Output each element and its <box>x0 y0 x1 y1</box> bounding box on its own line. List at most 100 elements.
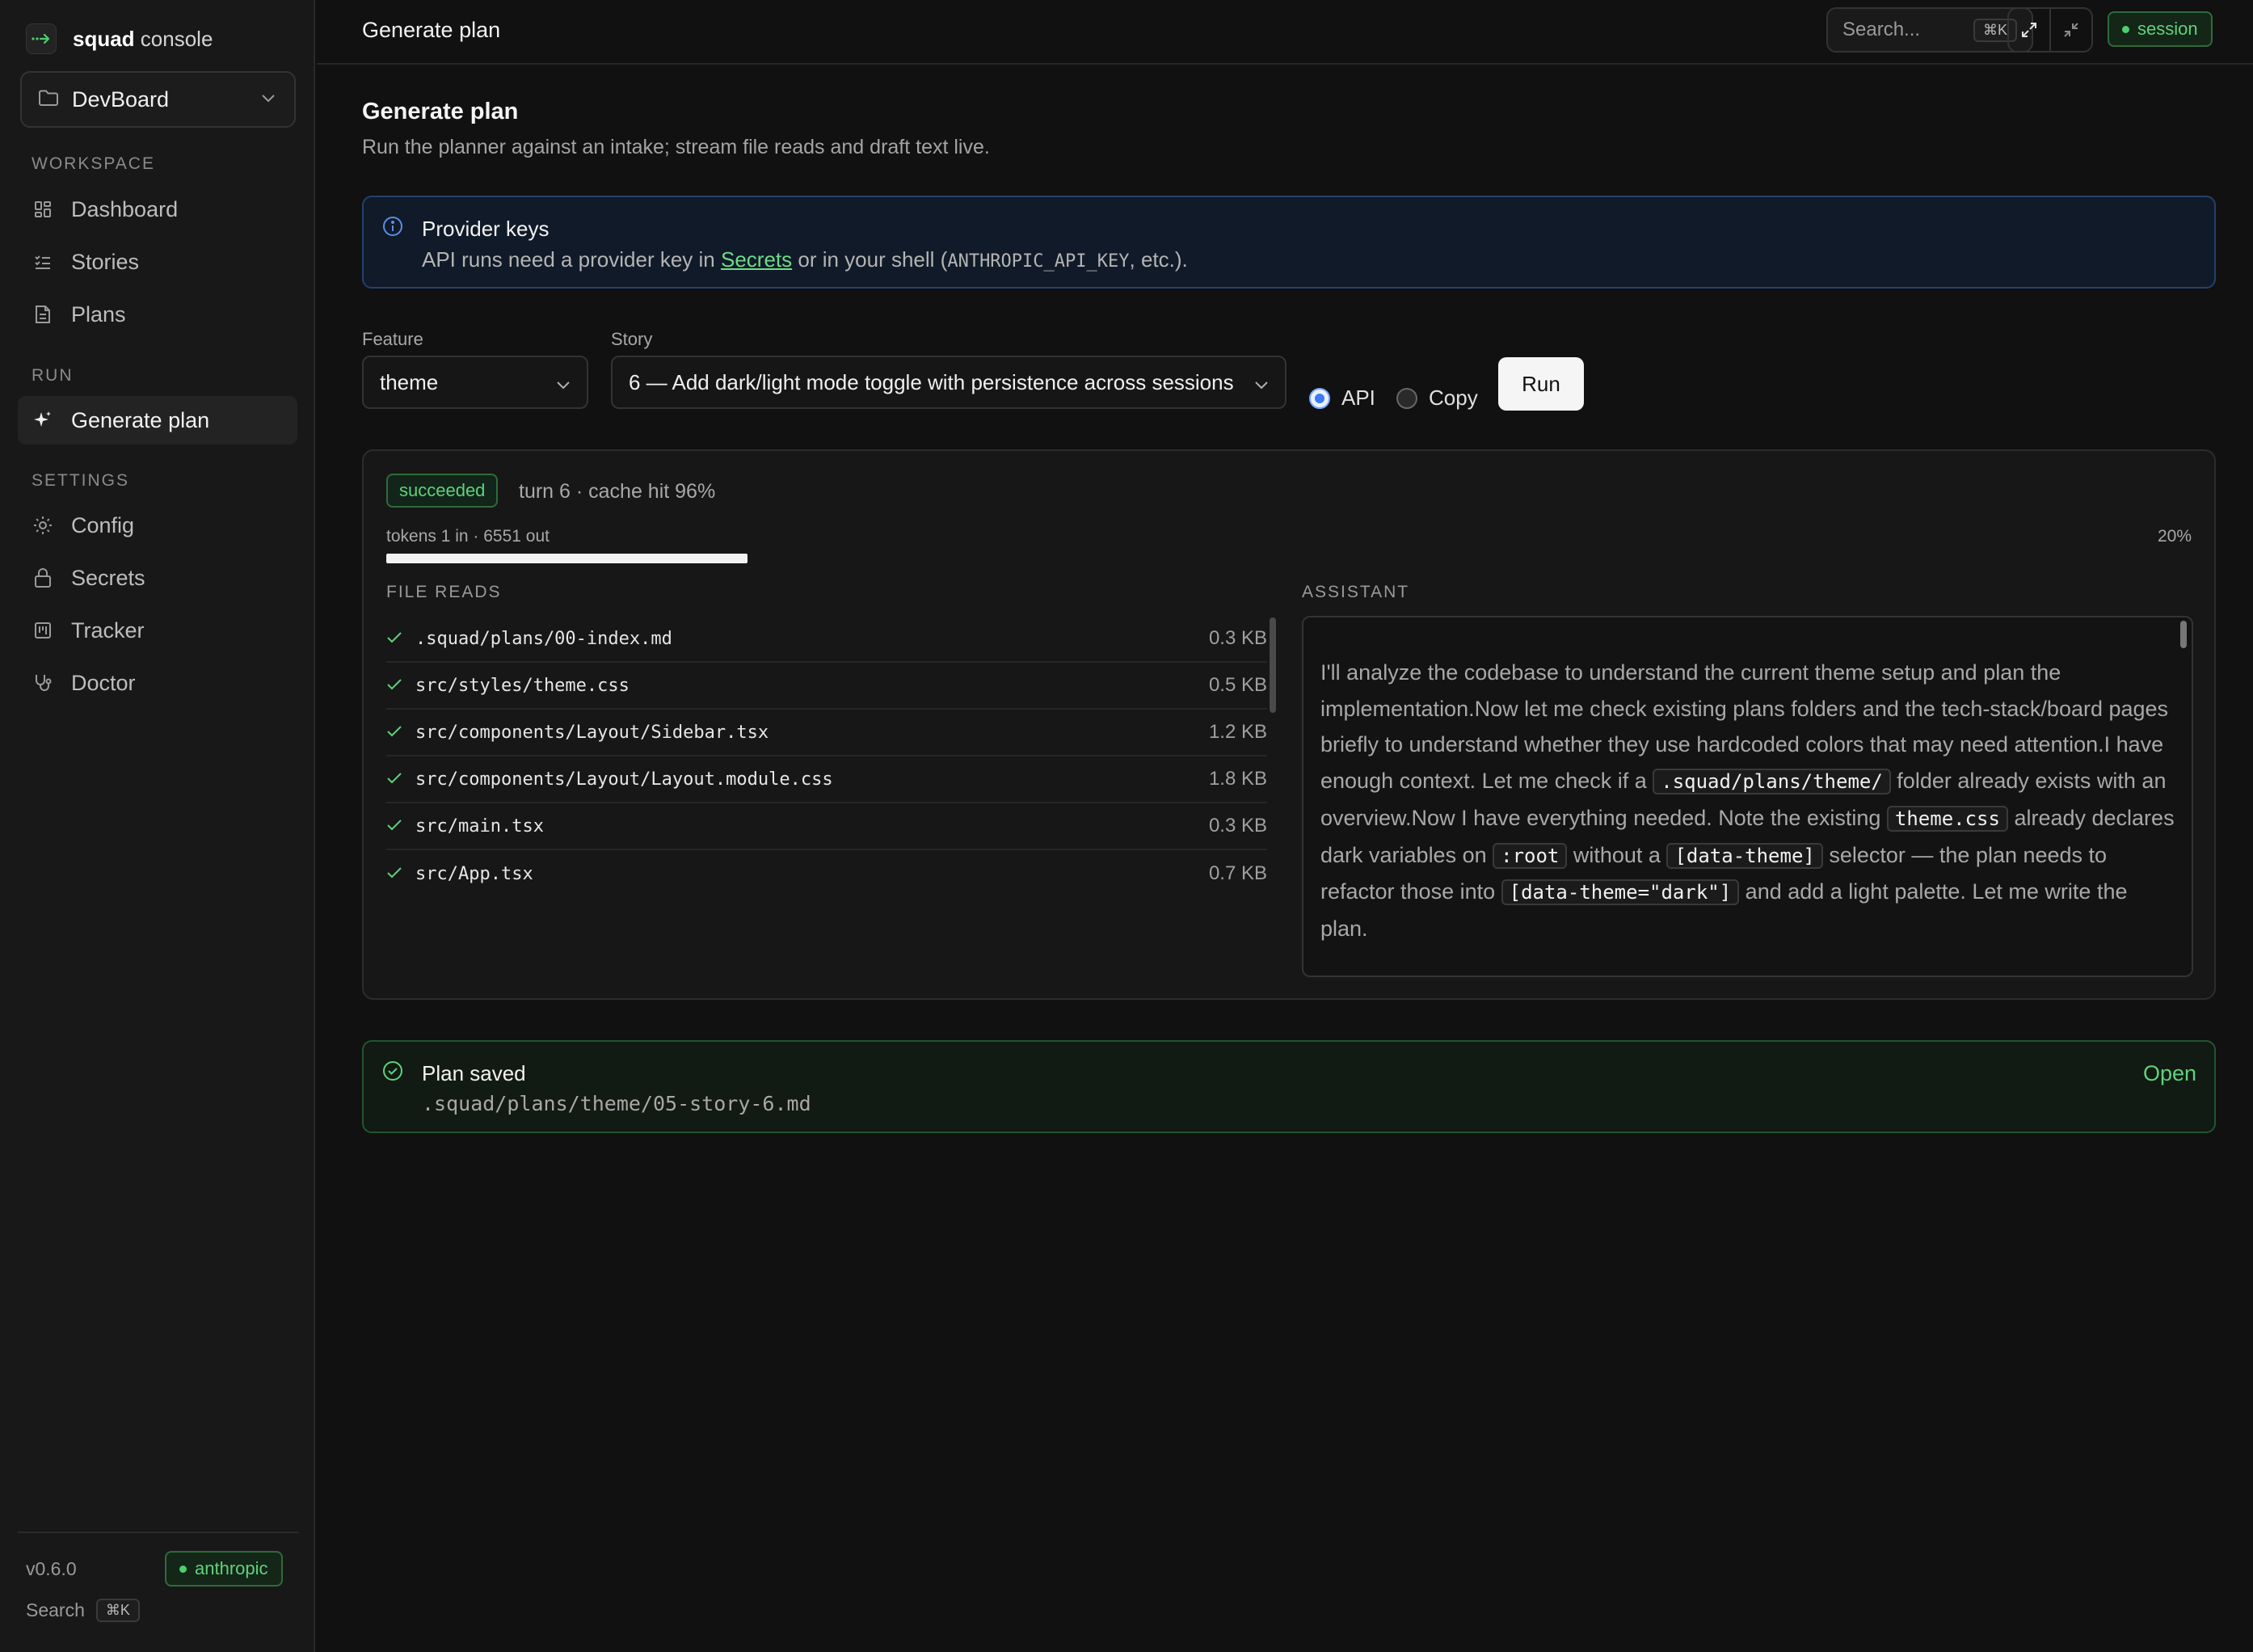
assistant-output[interactable]: I'll analyze the codebase to understand … <box>1302 616 2193 977</box>
list-item[interactable]: src/App.tsx 0.7 KB <box>386 850 1267 897</box>
topbar-title: Generate plan <box>362 18 501 42</box>
mode-radio-api[interactable]: API <box>1309 386 1375 411</box>
sidebar-item-config[interactable]: Config <box>18 501 297 550</box>
file-path: src/components/Layout/Layout.module.css <box>415 769 833 790</box>
sparkle-icon <box>32 410 53 431</box>
sidebar-item-generate-plan[interactable]: Generate plan <box>18 396 297 445</box>
assistant-scrollbar[interactable] <box>2180 621 2187 648</box>
project-name: DevBoard <box>72 86 170 112</box>
sidebar-item-label: Config <box>71 512 135 537</box>
sidebar-item-secrets[interactable]: Secrets <box>18 554 297 602</box>
radio-label: Copy <box>1429 386 1478 410</box>
topbar: Generate plan Search... ⌘K session <box>317 0 2253 65</box>
document-icon <box>32 304 53 325</box>
feature-value: theme <box>380 369 439 394</box>
feature-label: Feature <box>362 329 423 349</box>
file-size: 0.7 KB <box>1208 862 1267 884</box>
assistant-heading: ASSISTANT <box>1302 583 1410 601</box>
sidebar-item-label: Tracker <box>71 617 145 643</box>
status-badge: succeeded <box>386 474 499 508</box>
check-icon <box>386 675 402 696</box>
file-list-scrollbar[interactable] <box>1270 617 1276 713</box>
session-label: session <box>2137 19 2198 39</box>
sidebar: squad console DevBoard WORKSPACE Dashboa… <box>0 0 315 1652</box>
feature-select[interactable]: theme <box>362 356 588 409</box>
brand[interactable]: squad console <box>26 23 213 55</box>
list-item[interactable]: .squad/plans/00-index.md 0.3 KB <box>386 616 1267 663</box>
file-size: 1.8 KB <box>1208 768 1267 790</box>
shortcut-kbd: ⌘K <box>95 1599 140 1622</box>
section-heading-run: RUN <box>32 366 74 385</box>
sidebar-item-plans[interactable]: Plans <box>18 290 297 339</box>
brand-logo-icon <box>26 23 57 54</box>
file-path: src/main.tsx <box>415 815 544 837</box>
sidebar-item-label: Dashboard <box>71 196 179 221</box>
sidebar-item-dashboard[interactable]: Dashboard <box>18 185 297 234</box>
sidebar-item-label: Plans <box>71 301 126 327</box>
run-meta: turn 6 · cache hit 96% <box>519 480 716 503</box>
env-var-code: ANTHROPIC_API_KEY <box>947 251 1130 272</box>
sidebar-item-label: Doctor <box>71 670 136 695</box>
list-item[interactable]: src/main.tsx 0.3 KB <box>386 803 1267 850</box>
assistant-text: I'll analyze the codebase to understand … <box>1320 660 2175 941</box>
sidebar-item-doctor[interactable]: Doctor <box>18 659 297 707</box>
sidebar-item-tracker[interactable]: Tracker <box>18 606 297 655</box>
token-count: tokens 1 in · 6551 out <box>386 527 550 546</box>
folder-icon <box>38 88 59 112</box>
provider-keys-notice: Provider keys API runs need a provider k… <box>362 196 2216 289</box>
file-path: src/App.tsx <box>415 863 533 884</box>
check-icon <box>386 769 402 790</box>
status-dot-icon <box>179 1565 187 1573</box>
provider-badge: anthropic <box>165 1551 283 1587</box>
inline-code: .squad/plans/theme/ <box>1653 769 1891 795</box>
search-button[interactable]: Search... ⌘K <box>1826 7 2033 53</box>
chevron-down-icon <box>556 370 571 395</box>
inline-code: [data-theme="dark"] <box>1501 879 1740 906</box>
check-icon <box>386 863 402 884</box>
file-reads-list: .squad/plans/00-index.md 0.3 KB src/styl… <box>386 616 1267 897</box>
mode-radio-copy[interactable]: Copy <box>1396 386 1478 411</box>
progress-bar <box>386 554 2193 563</box>
inline-code: [data-theme] <box>1666 842 1823 869</box>
saved-title: Plan saved <box>422 1061 526 1085</box>
status-dot-icon <box>2122 25 2129 33</box>
open-plan-link[interactable]: Open <box>2143 1061 2196 1086</box>
notice-title: Provider keys <box>422 217 550 241</box>
sidebar-item-label: Generate plan <box>71 407 210 432</box>
progress-fill <box>386 554 748 563</box>
file-size: 0.5 KB <box>1208 674 1267 696</box>
sidebar-search[interactable]: Search ⌘K <box>26 1599 140 1622</box>
file-reads-heading: FILE READS <box>386 583 502 601</box>
list-item[interactable]: src/components/Layout/Layout.module.css … <box>386 756 1267 803</box>
radio-unchecked-icon <box>1396 387 1417 409</box>
sidebar-item-stories[interactable]: Stories <box>18 238 297 286</box>
window-controls <box>2007 7 2093 53</box>
gear-icon <box>32 515 53 536</box>
lock-icon <box>32 567 53 588</box>
expand-icon[interactable] <box>2009 9 2051 51</box>
radio-checked-icon <box>1309 387 1330 409</box>
collapse-icon[interactable] <box>2051 9 2091 51</box>
page-subtitle: Run the planner against an intake; strea… <box>362 136 990 158</box>
progress-percent: 20% <box>2157 527 2192 546</box>
saved-path: .squad/plans/theme/05-story-6.md <box>422 1092 811 1115</box>
list-item[interactable]: src/styles/theme.css 0.5 KB <box>386 663 1267 710</box>
file-path: src/styles/theme.css <box>415 675 630 696</box>
run-result-card: succeeded turn 6 · cache hit 96% tokens … <box>362 449 2216 1000</box>
section-heading-workspace: WORKSPACE <box>32 154 155 173</box>
plan-saved-notice: Plan saved .squad/plans/theme/05-story-6… <box>362 1040 2216 1133</box>
secrets-link[interactable]: Secrets <box>721 247 792 272</box>
sidebar-item-label: Secrets <box>71 565 145 590</box>
project-selector[interactable]: DevBoard <box>20 71 296 128</box>
story-label: Story <box>611 329 653 349</box>
check-icon <box>386 815 402 837</box>
stethoscope-icon <box>32 672 53 693</box>
run-button[interactable]: Run <box>1498 357 1584 411</box>
story-select[interactable]: 6 — Add dark/light mode toggle with pers… <box>611 356 1287 409</box>
file-path: src/components/Layout/Sidebar.tsx <box>415 722 769 743</box>
session-badge: session <box>2108 11 2213 47</box>
file-size: 1.2 KB <box>1208 721 1267 743</box>
file-path: .squad/plans/00-index.md <box>415 628 672 649</box>
brand-name: squad console <box>73 26 213 51</box>
list-item[interactable]: src/components/Layout/Sidebar.tsx 1.2 KB <box>386 710 1267 756</box>
